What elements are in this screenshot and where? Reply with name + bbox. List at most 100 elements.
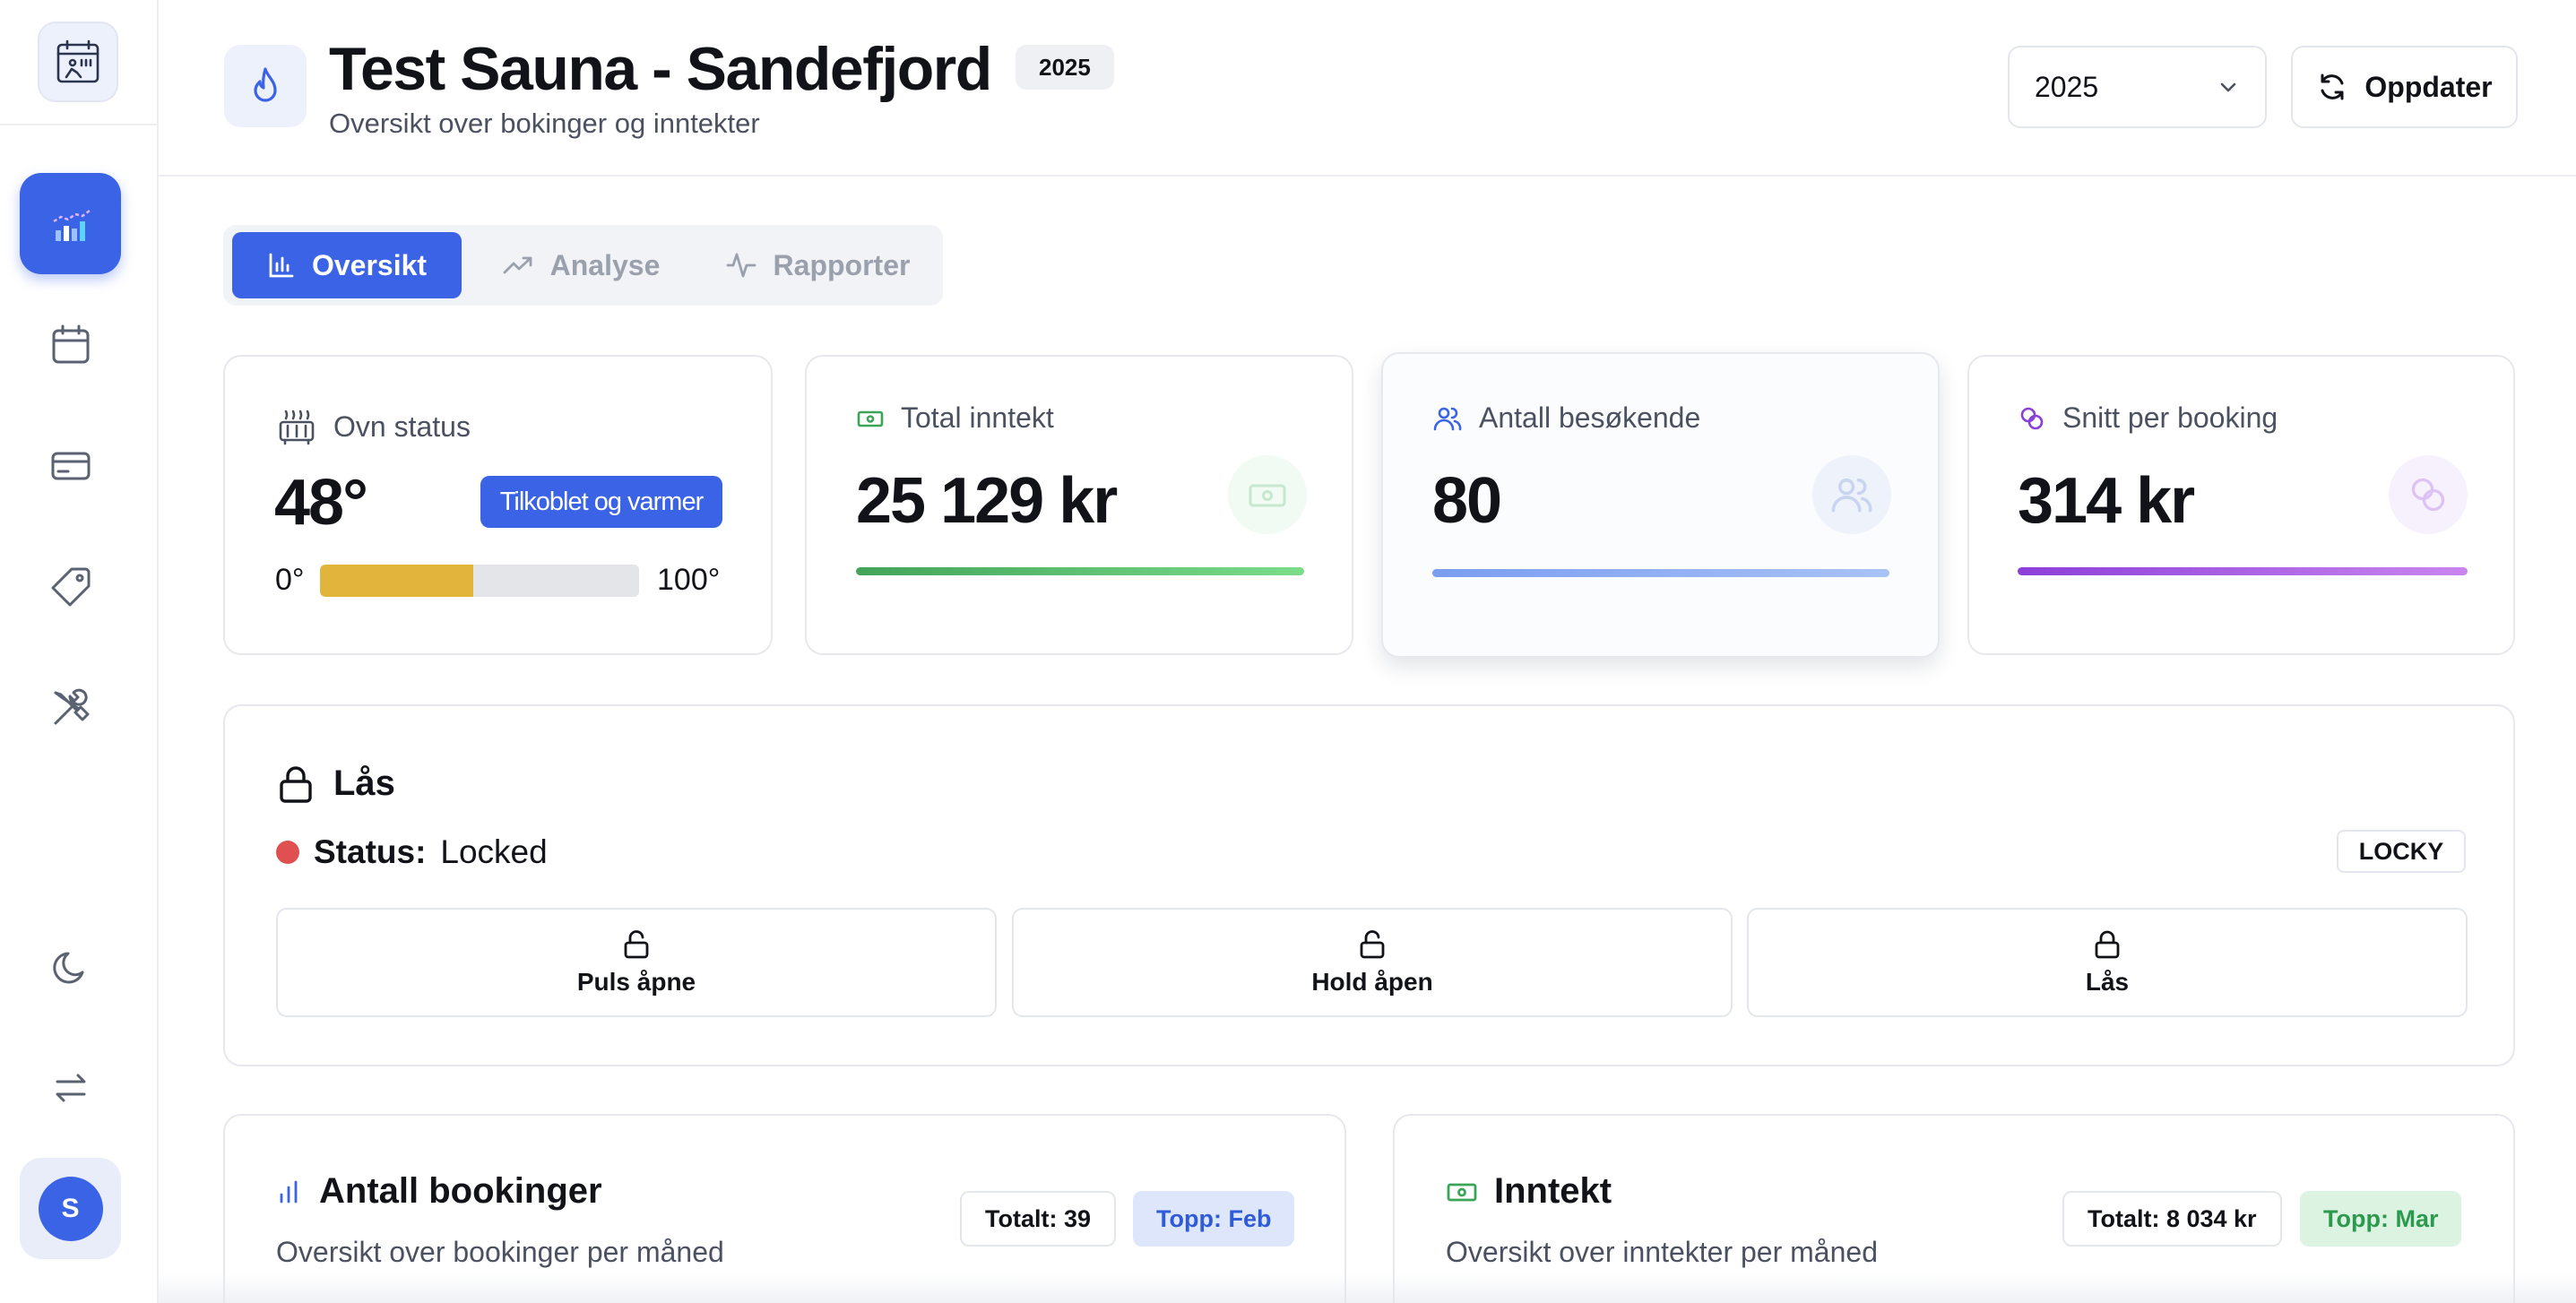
refresh-label: Oppdater <box>2364 70 2493 103</box>
sauna-calendar-icon[interactable] <box>38 22 118 102</box>
user-menu[interactable]: S <box>20 1158 121 1259</box>
average-booking-value: 314 kr <box>2018 465 2195 537</box>
banknote-icon <box>1447 1183 1477 1201</box>
year-select-value: 2025 <box>2035 70 2099 103</box>
lock-status: Status: Locked <box>276 833 548 871</box>
lock-title-text: Lås <box>333 764 395 803</box>
button-label: Lås <box>2085 968 2130 996</box>
total-revenue-value: 25 129 kr <box>856 465 1118 537</box>
tab-label: Analyse <box>549 248 661 281</box>
users-icon <box>1812 455 1891 534</box>
sidebar-item-tools[interactable] <box>20 657 121 758</box>
income-panel-subtitle: Oversikt over inntekter per måned <box>1446 1236 1878 1268</box>
refresh-icon <box>2321 73 2344 100</box>
oven-temperature: 48° <box>274 467 368 539</box>
bar-chart-icon <box>269 253 294 278</box>
average-accent-bar <box>2018 567 2468 575</box>
income-total-badge: Totalt: 8 034 kr <box>2062 1191 2282 1247</box>
button-label: Puls åpne <box>576 968 696 996</box>
lock-status-label: Status: <box>314 833 427 870</box>
unlock-icon <box>1360 930 1385 959</box>
temperature-gauge-fill <box>320 565 473 597</box>
bookings-panel-subtitle: Oversikt over bookinger per måned <box>276 1236 724 1268</box>
tab-label: Oversikt <box>311 248 428 281</box>
credit-card-icon <box>51 452 90 479</box>
lock-status-value: Locked <box>440 833 548 870</box>
pulse-open-button[interactable]: Puls åpne <box>276 908 997 1017</box>
bar-chart-icon <box>52 209 91 241</box>
visitors-label: Antall besøkende <box>1432 401 1700 435</box>
moon-icon <box>52 952 83 983</box>
bar-chart-icon <box>280 1180 298 1203</box>
panel-title-text: Antall bookinger <box>319 1171 602 1211</box>
lock-button[interactable]: Lås <box>1747 908 2468 1017</box>
button-label: Hold åpen <box>1311 968 1433 996</box>
label-text: Total inntekt <box>901 401 1054 434</box>
tab-analyse[interactable]: Analyse <box>478 232 684 298</box>
year-badge: 2025 <box>1016 45 1114 90</box>
oven-status-label: Ovn status <box>276 406 471 447</box>
banknote-icon <box>857 410 884 427</box>
lock-icon <box>280 765 312 803</box>
view-tabs: Oversikt Analyse Rapporter <box>223 225 943 306</box>
sidebar-item-switch[interactable] <box>20 1037 121 1138</box>
visitors-card: Antall besøkende 80 <box>1381 352 1940 658</box>
page-title: Test Sauna - Sandefjord <box>329 35 992 103</box>
sidebar-item-theme[interactable] <box>20 916 121 1017</box>
calendar-icon <box>52 324 89 363</box>
lock-title: Lås <box>276 764 395 804</box>
year-select[interactable]: 2025 <box>2008 46 2267 128</box>
unlock-icon <box>624 930 649 959</box>
lock-provider-badge: LOCKY <box>2337 830 2466 873</box>
refresh-button[interactable]: Oppdater <box>2291 46 2518 128</box>
income-panel-title: Inntekt <box>1446 1171 1612 1212</box>
sidebar-item-calendar[interactable] <box>20 294 121 395</box>
temp-max-label: 100° <box>657 563 721 597</box>
sidebar: S <box>0 0 159 1303</box>
total-revenue-label: Total inntekt <box>856 401 1054 435</box>
temp-min-label: 0° <box>275 563 305 597</box>
oven-heater-icon <box>279 410 315 445</box>
users-icon <box>1433 407 1462 430</box>
tab-label: Rapporter <box>773 248 911 281</box>
revenue-accent-bar <box>856 567 1304 575</box>
visitors-accent-bar <box>1432 569 1889 577</box>
label-text: Ovn status <box>333 410 471 443</box>
avatar: S <box>38 1176 103 1241</box>
trending-up-icon <box>503 256 532 274</box>
tag-icon <box>51 567 90 606</box>
activity-icon <box>726 253 756 278</box>
chevron-down-icon <box>2220 82 2236 92</box>
status-dot-icon <box>276 841 299 864</box>
panel-title-text: Inntekt <box>1494 1171 1612 1211</box>
tab-oversikt[interactable]: Oversikt <box>232 232 462 298</box>
hold-open-button[interactable]: Hold åpen <box>1012 908 1733 1017</box>
temperature-gauge <box>320 565 639 597</box>
banknote-icon <box>1228 455 1307 534</box>
scroll-fade <box>159 1273 2576 1303</box>
average-booking-card: Snitt per booking 314 kr <box>1967 355 2515 655</box>
swap-arrows-icon <box>56 1074 85 1101</box>
income-top-badge: Topp: Mar <box>2300 1191 2462 1247</box>
bookings-top-badge: Topp: Feb <box>1133 1191 1295 1247</box>
coins-icon <box>2389 455 2468 534</box>
wrench-screwdriver-icon <box>54 688 89 724</box>
page-subtitle: Oversikt over bokinger og inntekter <box>329 108 760 139</box>
bookings-total-badge: Totalt: 39 <box>960 1191 1117 1247</box>
sidebar-separator <box>0 124 159 125</box>
sidebar-item-pricing[interactable] <box>20 536 121 637</box>
lock-icon <box>2095 930 2120 959</box>
page-header: Test Sauna - Sandefjord 2025 Oversikt ov… <box>159 0 2576 177</box>
visitors-value: 80 <box>1432 465 1502 537</box>
total-revenue-card: Total inntekt 25 129 kr <box>805 355 1353 655</box>
bookings-panel-title: Antall bookinger <box>276 1171 602 1212</box>
sidebar-item-dashboard[interactable] <box>20 173 121 274</box>
label-text: Snitt per booking <box>2062 401 2278 434</box>
flame-icon <box>224 45 307 127</box>
tab-rapporter[interactable]: Rapporter <box>700 232 935 298</box>
oven-connection-badge: Tilkoblet og varmer <box>480 476 722 528</box>
average-booking-label: Snitt per booking <box>2018 401 2278 435</box>
lock-panel: Lås Status: Locked LOCKY Puls åpne Hold … <box>223 704 2515 1066</box>
sidebar-item-payments[interactable] <box>20 415 121 516</box>
label-text: Antall besøkende <box>1479 401 1701 434</box>
